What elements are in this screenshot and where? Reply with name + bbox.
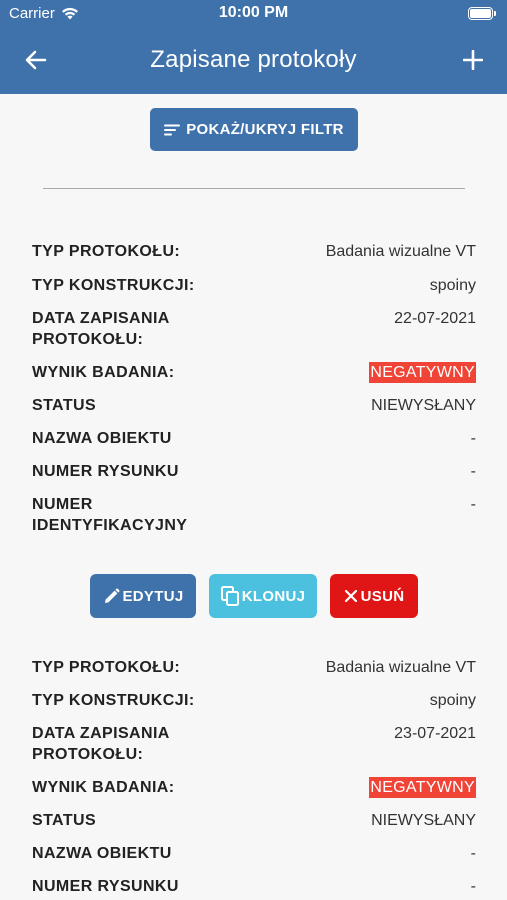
toggle-filter-button[interactable]: POKAŻ/UKRYJ FILTR xyxy=(150,108,358,151)
field-value: 22-07-2021 xyxy=(394,310,476,327)
field-label: NAZWA OBIEKTU xyxy=(32,845,172,862)
field-label: STATUS xyxy=(32,812,97,829)
field-value: spoiny xyxy=(429,277,476,294)
delete-label: USUŃ xyxy=(360,587,405,605)
pencil-icon xyxy=(104,588,119,603)
field-label: DATA ZAPISANIA PROTOKOŁU: xyxy=(32,310,170,348)
field-value: Badania wizualne VT xyxy=(325,243,476,260)
result-badge: NEGATYWNY xyxy=(369,777,476,798)
status-bar: Carrier 10:00 PM xyxy=(0,0,507,28)
field-label: TYP PROTOKOŁU: xyxy=(32,659,181,676)
field-value: spoiny xyxy=(429,692,476,709)
edit-label: EDYTUJ xyxy=(122,587,184,605)
field-value: NIEWYSŁANY xyxy=(371,812,476,829)
field-label: NAZWA OBIEKTU xyxy=(32,430,172,447)
copy-icon xyxy=(220,586,239,606)
app-header: Carrier 10:00 PM Zapisane protokoły xyxy=(0,0,507,94)
battery-icon xyxy=(468,7,496,20)
divider xyxy=(43,188,465,189)
field-label: TYP KONSTRUKCJI: xyxy=(32,692,195,709)
plus-icon xyxy=(463,50,483,70)
field-label: TYP PROTOKOŁU: xyxy=(32,243,181,260)
add-button[interactable] xyxy=(457,44,489,76)
clone-button[interactable]: KLONUJ xyxy=(209,574,317,618)
delete-button[interactable]: USUŃ xyxy=(330,574,418,618)
page-title: Zapisane protokoły xyxy=(150,46,357,73)
field-label: TYP KONSTRUKCJI: xyxy=(32,277,195,294)
field-label: WYNIK BADANIA: xyxy=(32,364,175,381)
filter-lines-icon xyxy=(164,124,181,135)
field-label: WYNIK BADANIA: xyxy=(32,779,175,796)
clock: 10:00 PM xyxy=(218,4,289,21)
result-badge: NEGATYWNY xyxy=(369,362,476,383)
field-value: 23-07-2021 xyxy=(394,725,476,742)
clone-label: KLONUJ xyxy=(241,587,306,605)
field-label: NUMER RYSUNKU xyxy=(32,878,179,895)
edit-button[interactable]: EDYTUJ xyxy=(90,574,196,618)
field-label: DATA ZAPISANIA PROTOKOŁU: xyxy=(32,725,170,763)
field-value: Badania wizualne VT xyxy=(325,659,476,676)
toggle-filter-label: POKAŻ/UKRYJ FILTR xyxy=(186,121,344,138)
field-value: - xyxy=(470,430,476,447)
field-value: - xyxy=(470,878,476,895)
field-label: STATUS xyxy=(32,397,97,414)
field-label: NUMER IDENTYFIKACYJNY xyxy=(32,496,188,534)
field-value: - xyxy=(470,496,476,513)
field-value: - xyxy=(470,463,476,480)
field-value: - xyxy=(470,845,476,862)
field-label: NUMER RYSUNKU xyxy=(32,463,179,480)
field-value: NIEWYSŁANY xyxy=(371,397,476,414)
close-icon xyxy=(344,589,357,603)
